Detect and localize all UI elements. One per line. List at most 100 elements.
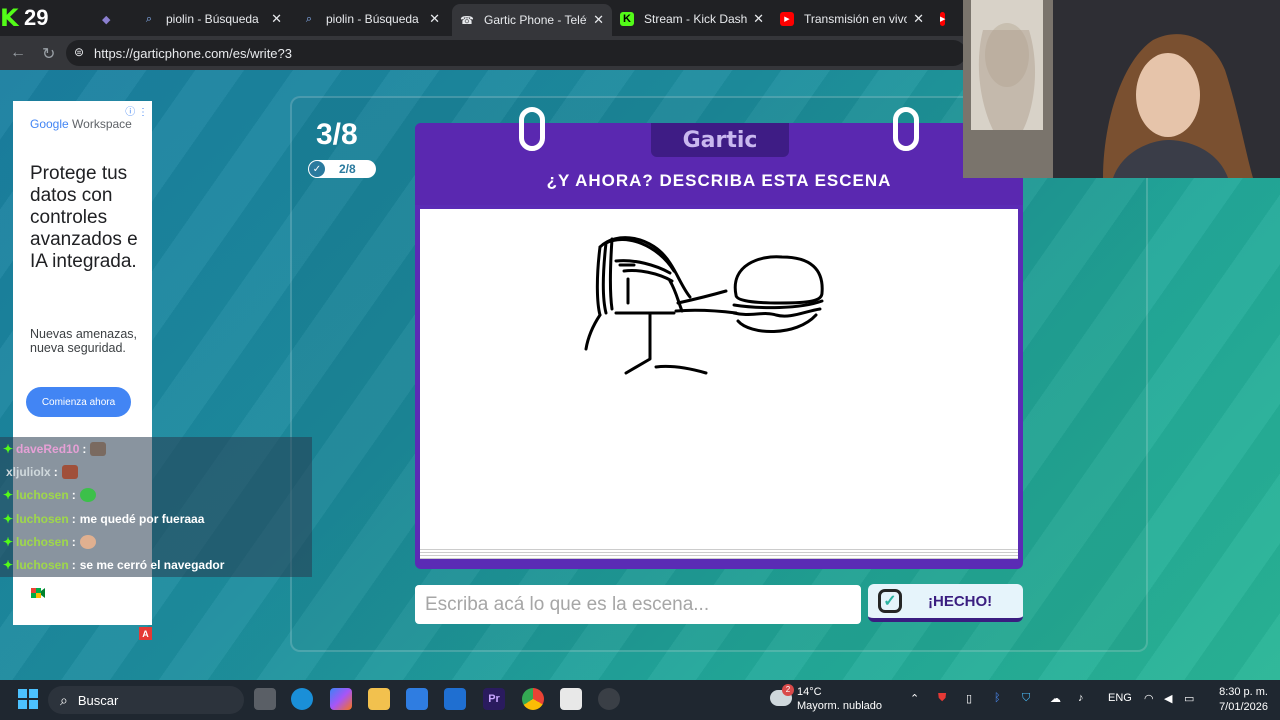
- usb-icon[interactable]: ▯: [966, 692, 972, 705]
- chat-message: ✦ daveRed10 :: [0, 437, 312, 461]
- system-clock[interactable]: 8:30 p. m. 7/01/2026: [1219, 685, 1268, 715]
- battery-icon[interactable]: ▭: [1184, 692, 1194, 705]
- player-drawing: [584, 236, 824, 375]
- task-view-icon[interactable]: [254, 688, 276, 710]
- obs-icon[interactable]: [598, 688, 620, 710]
- tab-gartic[interactable]: ☎ Gartic Phone - Teléfono sin hilos ✕: [452, 4, 612, 36]
- youtube-icon: ▶: [940, 12, 946, 26]
- progress-text: 2/8: [339, 162, 356, 176]
- onedrive-icon[interactable]: ☁: [1050, 692, 1061, 705]
- chevron-up-icon[interactable]: ⌃: [910, 692, 919, 705]
- edge-icon[interactable]: [291, 688, 313, 710]
- file-explorer-icon[interactable]: [368, 688, 390, 710]
- shield-icon[interactable]: ⛊: [938, 692, 946, 705]
- language-indicator[interactable]: ENG: [1108, 692, 1132, 704]
- chat-separator: :: [71, 488, 76, 503]
- chrome-icon[interactable]: [522, 688, 544, 710]
- sketchbook: Gartic ¿Y AHORA? DESCRIBA ESTA ESCENA: [415, 107, 1023, 569]
- outlook-icon[interactable]: [444, 688, 466, 710]
- chat-username: daveRed10: [16, 441, 80, 456]
- close-icon[interactable]: ✕: [753, 11, 764, 27]
- tab-youtube[interactable]: ▶ Transmisión en vivo - YouTube ✕: [772, 6, 932, 32]
- close-icon[interactable]: ✕: [593, 12, 604, 28]
- webcam-feed: [963, 0, 1280, 178]
- tab-search-2[interactable]: ⌕ piolin - Búsqueda Imágenes ✕: [294, 6, 448, 32]
- close-icon[interactable]: ✕: [913, 11, 924, 27]
- prompt-title: ¿Y AHORA? DESCRIBA ESTA ESCENA: [546, 171, 892, 190]
- ad-headline: Protege tus datos con controles avanzado…: [30, 163, 138, 272]
- taskbar-search[interactable]: ⌕ Buscar: [48, 686, 244, 714]
- volume-icon[interactable]: ◀: [1164, 692, 1172, 705]
- sub-badge-icon: ✦: [2, 558, 14, 573]
- chat-text: se me cerró el navegador: [79, 558, 225, 573]
- stream-chat: ✦ daveRed10 : xljuliolx : ✦ luchosen : ✦…: [0, 437, 312, 577]
- tab-pinned[interactable]: ◆: [94, 6, 118, 32]
- url-field[interactable]: ⊜ https://garticphone.com/es/write?3: [66, 40, 966, 66]
- tab-search-1[interactable]: ⌕ piolin - Búsqueda ✕: [134, 6, 290, 32]
- tab-kick[interactable]: K Stream - Kick Dashboard ✕: [612, 6, 772, 32]
- chat-message: ✦ luchosen :: [0, 483, 312, 507]
- sketchbook-pages: [420, 547, 1018, 559]
- close-icon[interactable]: ✕: [271, 11, 282, 27]
- pinned-app-icon: ◆: [102, 13, 111, 26]
- back-icon[interactable]: ←: [10, 44, 26, 62]
- search-icon: ⌕: [60, 691, 68, 708]
- capcut-icon[interactable]: [560, 688, 582, 710]
- drawing-canvas: [420, 209, 1018, 549]
- done-button[interactable]: ✓ ¡HECHO!: [868, 584, 1023, 622]
- wifi-icon[interactable]: ◠: [1144, 692, 1154, 705]
- chat-username: luchosen: [16, 511, 69, 526]
- chat-username: luchosen: [16, 488, 69, 503]
- windows-start-icon[interactable]: [18, 689, 38, 709]
- clock-time: 8:30 p. m.: [1219, 686, 1268, 698]
- phone-icon: ☎: [460, 14, 474, 27]
- chat-username: luchosen: [16, 558, 69, 573]
- chat-message: ✦ luchosen : me quedé por fueraaa: [0, 506, 312, 531]
- ad-info-icon[interactable]: ⓘ ⋮: [125, 103, 148, 118]
- weather-badge: 2: [782, 684, 794, 696]
- round-counter: 3/8: [316, 118, 358, 151]
- search-label: Buscar: [77, 692, 119, 708]
- url-text: https://garticphone.com/es/write?3: [94, 45, 292, 61]
- checkbox-icon: ✓: [878, 589, 902, 613]
- viewer-counter: 29: [24, 5, 49, 30]
- chat-separator: :: [71, 558, 76, 573]
- search-icon: ⌕: [305, 12, 313, 25]
- close-icon[interactable]: ✕: [429, 11, 440, 27]
- store-icon[interactable]: [406, 688, 428, 710]
- ad-cta-button[interactable]: Comienza ahora: [26, 387, 131, 417]
- microphone-icon[interactable]: ♪: [1078, 692, 1084, 704]
- clock-date: 7/01/2026: [1219, 701, 1268, 713]
- check-icon: ✓: [309, 161, 325, 177]
- premiere-icon[interactable]: Pr: [483, 688, 505, 710]
- chat-separator: :: [71, 534, 76, 549]
- emote-icon: [61, 464, 78, 479]
- kick-icon: K: [620, 12, 634, 26]
- gartic-logo: Gartic: [651, 123, 789, 157]
- answer-input[interactable]: [415, 585, 861, 624]
- ad-brand: Google Workspace: [30, 117, 132, 131]
- ad-badge[interactable]: A: [139, 627, 152, 640]
- emote-icon: [90, 441, 107, 456]
- sub-badge-icon: ✦: [2, 511, 14, 526]
- reload-icon[interactable]: ↻: [42, 44, 55, 64]
- search-icon: ⌕: [145, 12, 153, 25]
- weather-temp: 14°C: [797, 686, 822, 698]
- site-info-icon[interactable]: ⊜: [74, 45, 88, 59]
- submitted-progress: ✓ 2/8: [308, 160, 376, 178]
- tab-youtube-2[interactable]: ▶: [932, 6, 962, 32]
- taskbar: ⌕ Buscar Pr 2 14°C Mayorm. nublado ⌃ ⛊ ▯…: [0, 680, 1280, 720]
- ad-subtext: Nuevas amenazas, nueva seguridad.: [30, 327, 138, 355]
- defender-icon[interactable]: ⛉: [1022, 692, 1030, 705]
- chat-message: xljuliolx :: [0, 460, 312, 484]
- chat-message: ✦ luchosen :: [0, 530, 312, 554]
- copilot-icon[interactable]: [330, 688, 352, 710]
- chat-username: luchosen: [16, 534, 69, 549]
- sub-badge-icon: ✦: [2, 488, 14, 503]
- emote-icon: [79, 488, 96, 503]
- workspace-text: Workspace: [72, 117, 132, 131]
- chat-text: me quedé por fueraaa: [79, 511, 205, 526]
- chat-message: ✦ luchosen : se me cerró el navegador: [0, 553, 312, 577]
- bluetooth-icon[interactable]: ᛒ: [994, 692, 1001, 704]
- weather-desc: Mayorm. nublado: [797, 700, 882, 712]
